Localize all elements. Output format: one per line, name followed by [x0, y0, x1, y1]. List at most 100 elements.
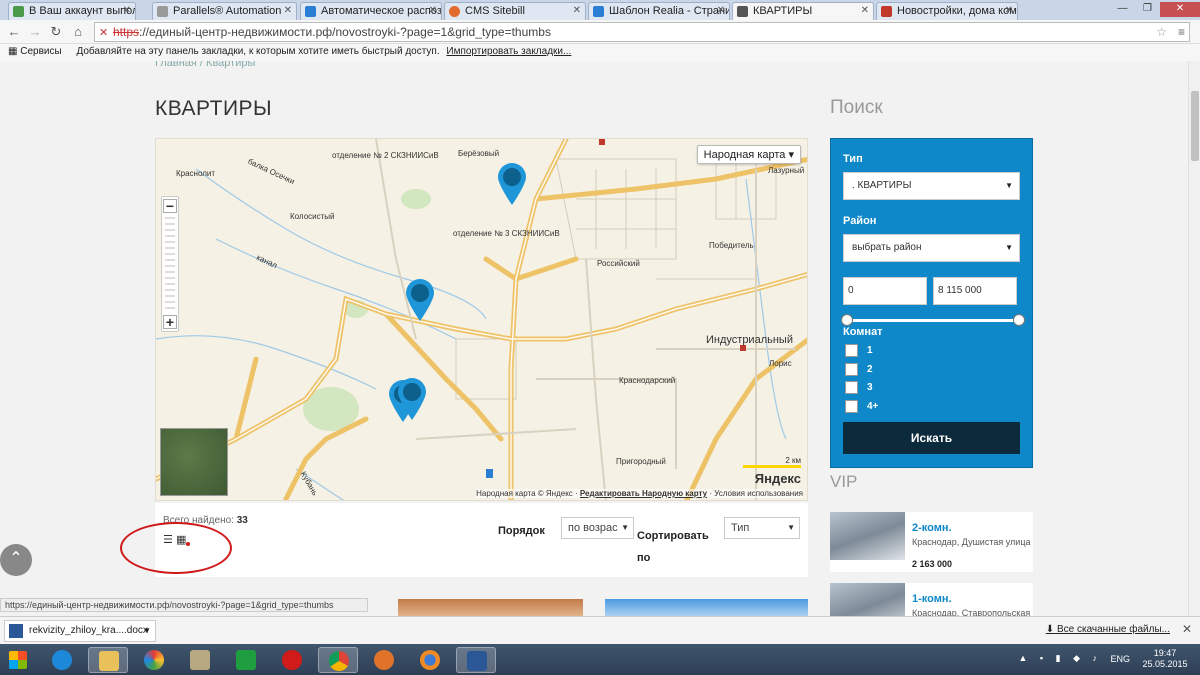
reload-icon[interactable]: ↻: [48, 24, 64, 40]
close-window-icon[interactable]: ✕: [1160, 2, 1200, 17]
taskbar-app[interactable]: [226, 647, 266, 673]
price-range-slider[interactable]: [841, 314, 1025, 326]
home-button-icon[interactable]: ⌂: [70, 24, 86, 40]
slider-max-handle[interactable]: [1013, 314, 1025, 326]
taskbar-app[interactable]: [364, 647, 404, 673]
explorer-folder-icon: [99, 651, 119, 671]
excel-icon: [236, 650, 256, 670]
page-viewport: Главная / Квартиры КВАРТИРЫ отделение № …: [0, 61, 1188, 616]
tab-favicon-icon: [449, 6, 460, 17]
zoom-control[interactable]: − +: [161, 196, 179, 332]
page-scrollbar[interactable]: [1188, 61, 1200, 616]
tab-close-icon[interactable]: ✕: [284, 5, 292, 16]
browser-tab[interactable]: Шаблон Realia - Страниц ✕: [588, 2, 730, 20]
tab-favicon-icon: [881, 6, 892, 17]
price-min-value: 0: [848, 285, 854, 296]
terms-link[interactable]: · Условия использования: [709, 489, 803, 498]
room-checkbox[interactable]: [845, 362, 858, 376]
sort-select[interactable]: Тип ▼: [724, 517, 800, 539]
forward-arrow-icon[interactable]: →: [27, 24, 43, 40]
order-value: по возрас: [568, 522, 618, 534]
download-item[interactable]: rekvizity_zhiloy_kra....docx ▼: [4, 620, 156, 642]
district-select[interactable]: выбрать район ▼: [843, 234, 1020, 262]
search-button[interactable]: Искать: [843, 422, 1020, 454]
tab-close-icon[interactable]: ✕: [861, 5, 869, 16]
browser-tab[interactable]: Новостройки, дома комп ✕: [876, 2, 1018, 20]
vip-card[interactable]: 1-комн. Краснодар, Ставропольская: [830, 583, 1033, 616]
browser-tab[interactable]: Parallels® Automation ✕: [152, 2, 297, 20]
downloads-bar: rekvizity_zhiloy_kra....docx ▼ ⬇ Все ска…: [0, 616, 1200, 644]
browser-tab[interactable]: Автоматическое распозн ✕: [300, 2, 442, 20]
import-bookmarks-link[interactable]: Импортировать закладки...: [446, 46, 571, 57]
taskbar-app[interactable]: [42, 647, 82, 673]
vip-name[interactable]: 2-комн.: [912, 522, 952, 534]
map-type-dropdown[interactable]: Народная карта ▾: [696, 145, 801, 164]
edit-map-link[interactable]: Редактировать Народную карту: [580, 489, 707, 498]
clock[interactable]: 19:47 25.05.2015: [1140, 648, 1190, 670]
browser-tab-active[interactable]: КВАРТИРЫ ✕: [732, 2, 874, 21]
taskbar-app[interactable]: [180, 647, 220, 673]
tab-close-icon[interactable]: ✕: [429, 5, 437, 16]
clock-time: 19:47: [1153, 648, 1177, 658]
address-bar[interactable]: ✕ https://единый-центр-недвижимости.рф/n…: [94, 22, 1190, 42]
tab-favicon-icon: [157, 6, 168, 17]
zoom-in-button[interactable]: +: [163, 315, 177, 329]
vip-thumbnail[interactable]: [830, 512, 905, 560]
vip-card[interactable]: 2-комн. Краснодар, Душистая улица 2 163 …: [830, 512, 1033, 572]
room-checkbox[interactable]: [845, 381, 858, 394]
room-checkbox[interactable]: [845, 399, 858, 413]
taskbar-app[interactable]: [410, 647, 450, 673]
all-downloads-link[interactable]: ⬇ Все скачанные файлы...: [1046, 624, 1170, 635]
map-minimap[interactable]: [160, 428, 228, 496]
taskbar-app[interactable]: [456, 647, 496, 673]
map-marker-icon[interactable]: [496, 161, 528, 205]
price-min-input[interactable]: 0: [843, 277, 927, 305]
taskbar-app[interactable]: [318, 647, 358, 673]
tab-close-icon[interactable]: ✕: [573, 5, 581, 16]
vip-name[interactable]: 1-комн.: [912, 593, 952, 605]
room-checkbox[interactable]: [845, 344, 858, 357]
minimize-icon[interactable]: —: [1110, 2, 1135, 17]
maximize-icon[interactable]: ❐: [1135, 2, 1160, 17]
browser-menu-icon[interactable]: ≡: [1178, 23, 1185, 41]
word-file-icon: [9, 624, 23, 638]
listing-image[interactable]: [605, 599, 808, 616]
listing-image[interactable]: [398, 599, 583, 616]
breadcrumb[interactable]: Главная / Квартиры: [155, 61, 255, 69]
tray-icons[interactable]: ▲ ▪ ▮ ◆ ♪: [1019, 653, 1102, 664]
tab-close-icon[interactable]: ✕: [717, 5, 725, 16]
zoom-slider-track[interactable]: [165, 217, 175, 313]
back-arrow-icon[interactable]: ←: [6, 24, 22, 40]
order-select[interactable]: по возрас ▼: [561, 517, 634, 539]
map-marker-icon[interactable]: [396, 376, 428, 420]
start-button[interactable]: [0, 647, 40, 673]
vip-price: 2 163 000: [912, 559, 953, 569]
apps-shortcut[interactable]: ▦ Сервисы: [8, 44, 62, 60]
tab-close-icon[interactable]: ✕: [123, 5, 131, 16]
close-downloads-icon[interactable]: ✕: [1182, 622, 1192, 636]
taskbar-app[interactable]: [272, 647, 312, 673]
scroll-to-top-icon[interactable]: ⌃: [0, 544, 32, 576]
map-marker-icon[interactable]: [404, 277, 436, 321]
windows-logo-icon: [9, 651, 27, 669]
apps-label: Сервисы: [20, 46, 62, 57]
bookmark-star-icon[interactable]: ☆: [1156, 23, 1167, 41]
scrollbar-thumb[interactable]: [1191, 91, 1199, 161]
zoom-out-button[interactable]: −: [163, 199, 177, 213]
browser-tab[interactable]: В Ваш аккаунт выполнен✕: [8, 2, 136, 20]
results-bar: Всего найдено: 33 ☰ ▦ Порядок по возрас ▼…: [155, 503, 808, 577]
chevron-down-icon[interactable]: ▼: [143, 621, 151, 641]
tab-close-icon[interactable]: ✕: [1005, 5, 1013, 16]
language-indicator[interactable]: ENG: [1110, 654, 1130, 664]
found-count: 33: [236, 515, 248, 526]
type-select[interactable]: . КВАРТИРЫ ▼: [843, 172, 1020, 200]
map-scale: 2 км: [743, 456, 801, 468]
slider-min-handle[interactable]: [841, 314, 853, 326]
browser-tab[interactable]: CMS Sitebill ✕: [444, 2, 586, 20]
yandex-map[interactable]: отделение № 2 СКЗНИИСиВ Берёзовый Красно…: [155, 138, 808, 501]
taskbar-app[interactable]: [88, 647, 128, 673]
room-label: 3: [867, 382, 873, 393]
price-max-input[interactable]: 8 115 000: [933, 277, 1017, 305]
taskbar-app[interactable]: [134, 647, 174, 673]
vip-thumbnail[interactable]: [830, 583, 905, 616]
